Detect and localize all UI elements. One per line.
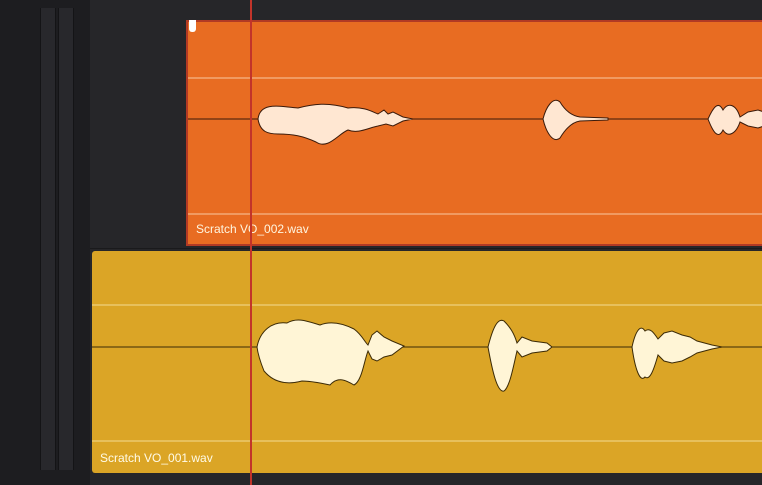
- track-header-column: [0, 0, 90, 485]
- playhead-line[interactable]: [250, 0, 252, 485]
- waveform: [92, 304, 762, 442]
- track-divider: [90, 248, 762, 249]
- audio-clip-scratch-vo-002[interactable]: Scratch VO_002.wav: [186, 20, 762, 246]
- audio-meter-left: [40, 8, 56, 470]
- clip-trim-handle[interactable]: [189, 20, 196, 32]
- audio-clip-scratch-vo-001[interactable]: Scratch VO_001.wav: [92, 251, 762, 473]
- audio-meter-right: [58, 8, 74, 470]
- waveform: [188, 77, 762, 215]
- timeline-panel: Scratch VO_002.wav Scratch VO_001.wav: [0, 0, 762, 485]
- clip-name-label: Scratch VO_002.wav: [196, 222, 309, 236]
- clip-name-label: Scratch VO_001.wav: [100, 451, 213, 465]
